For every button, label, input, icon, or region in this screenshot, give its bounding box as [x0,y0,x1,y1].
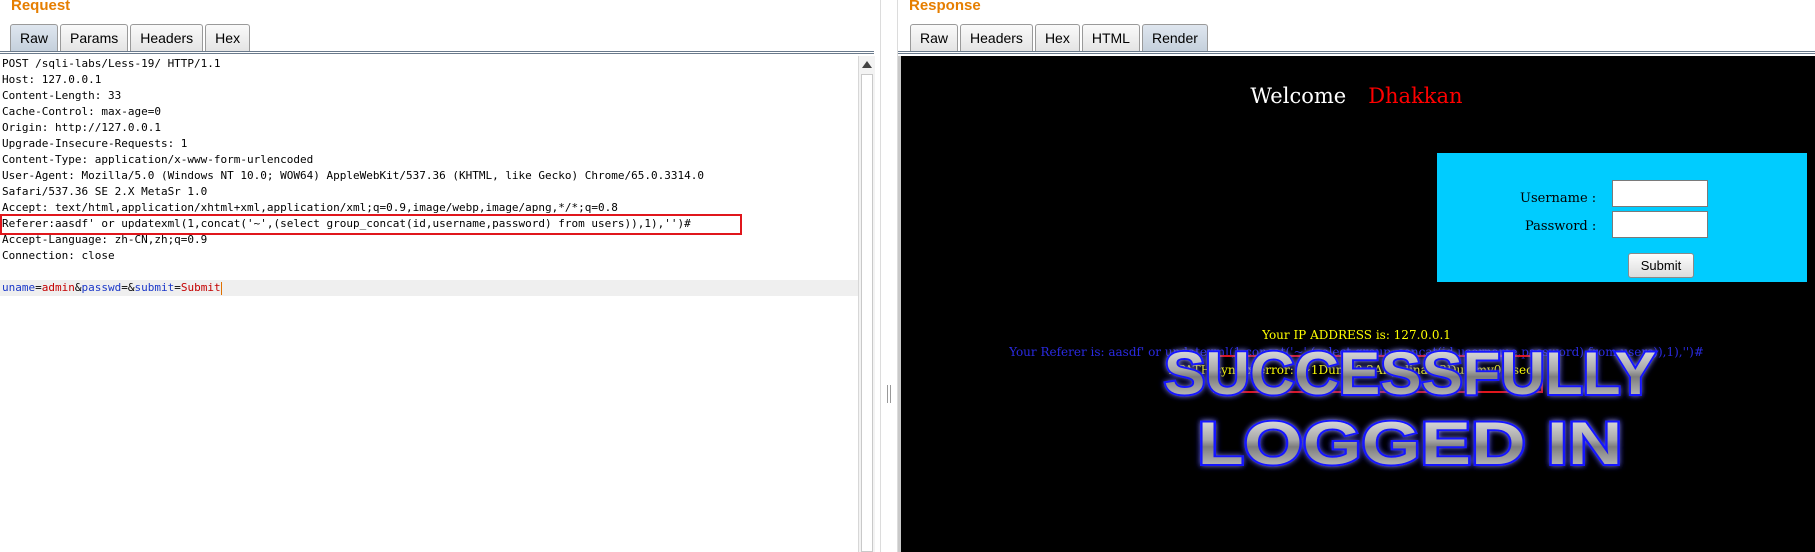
tab-params[interactable]: Params [60,24,129,51]
request-line-3: Content-Length: 33 [2,89,122,102]
request-scrollbar[interactable] [858,56,875,552]
response-title: Response [909,0,981,14]
banner-line-1: SUCCESSFULLY [1164,340,1656,407]
tab-html[interactable]: HTML [1081,24,1140,51]
tab-hex[interactable]: Hex [1034,24,1080,51]
scroll-up-icon[interactable] [862,61,872,68]
request-line-8: User-Agent: Mozilla/5.0 (Windows NT 10.0… [2,169,704,182]
request-line-5: Origin: http://127.0.0.1 [2,121,161,134]
tab-underline [898,51,1815,54]
request-pane: Request Raw Params Headers Hex POST /sql… [0,0,880,552]
success-banner: SUCCESSFULLY LOGGED IN [1162,338,1658,479]
tab-raw[interactable]: Raw [910,24,959,51]
render-left-edge [898,56,901,552]
request-line-blank [0,264,858,280]
request-line-1: POST /sqli-labs/Less-19/ HTTP/1.1 [2,57,221,70]
tab-hex[interactable]: Hex [205,24,251,51]
tab-render[interactable]: Render [1141,24,1208,51]
request-line-4: Cache-Control: max-age=0 [2,105,161,118]
referer-highlight-box [0,214,742,235]
param-name-submit: submit [134,281,175,294]
response-tabs: Raw Headers Hex HTML Render [910,24,1210,52]
request-editor[interactable]: POST /sqli-labs/Less-19/ HTTP/1.1 Host: … [0,56,858,552]
tab-raw[interactable]: Raw [10,24,59,51]
response-pane: Response Raw Headers Hex HTML Render Wel… [898,0,1815,552]
split-divider[interactable] [880,0,898,552]
text-caret [220,281,222,295]
param-name-uname: uname [2,281,36,294]
param-name-passwd: passwd [81,281,122,294]
request-tabs: Raw Params Headers Hex [10,24,252,52]
render-view: Welcome Dhakkan Username : Password : Sub… [898,56,1815,552]
tab-underline [0,51,874,54]
request-line-9: Safari/537.36 SE 2.X MetaSr 1.0 [2,185,208,198]
param-value-submit: Submit [180,281,221,294]
request-title: Request [11,0,71,14]
request-line-2: Host: 127.0.0.1 [2,73,102,86]
tab-headers[interactable]: Headers [960,24,1033,51]
request-body-line[interactable]: uname=admin&passwd=&submit=Submit [0,280,858,296]
request-line-6: Upgrade-Insecure-Requests: 1 [2,137,188,150]
tab-headers[interactable]: Headers [130,24,204,51]
banner-line-2: LOGGED IN [1198,410,1623,477]
param-value-uname: admin [41,281,75,294]
request-line-13: Connection: close [2,249,115,262]
divider-grip-icon[interactable] [887,385,891,403]
request-line-7: Content-Type: application/x-www-form-url… [2,153,314,166]
scrollbar-thumb[interactable] [861,74,873,552]
